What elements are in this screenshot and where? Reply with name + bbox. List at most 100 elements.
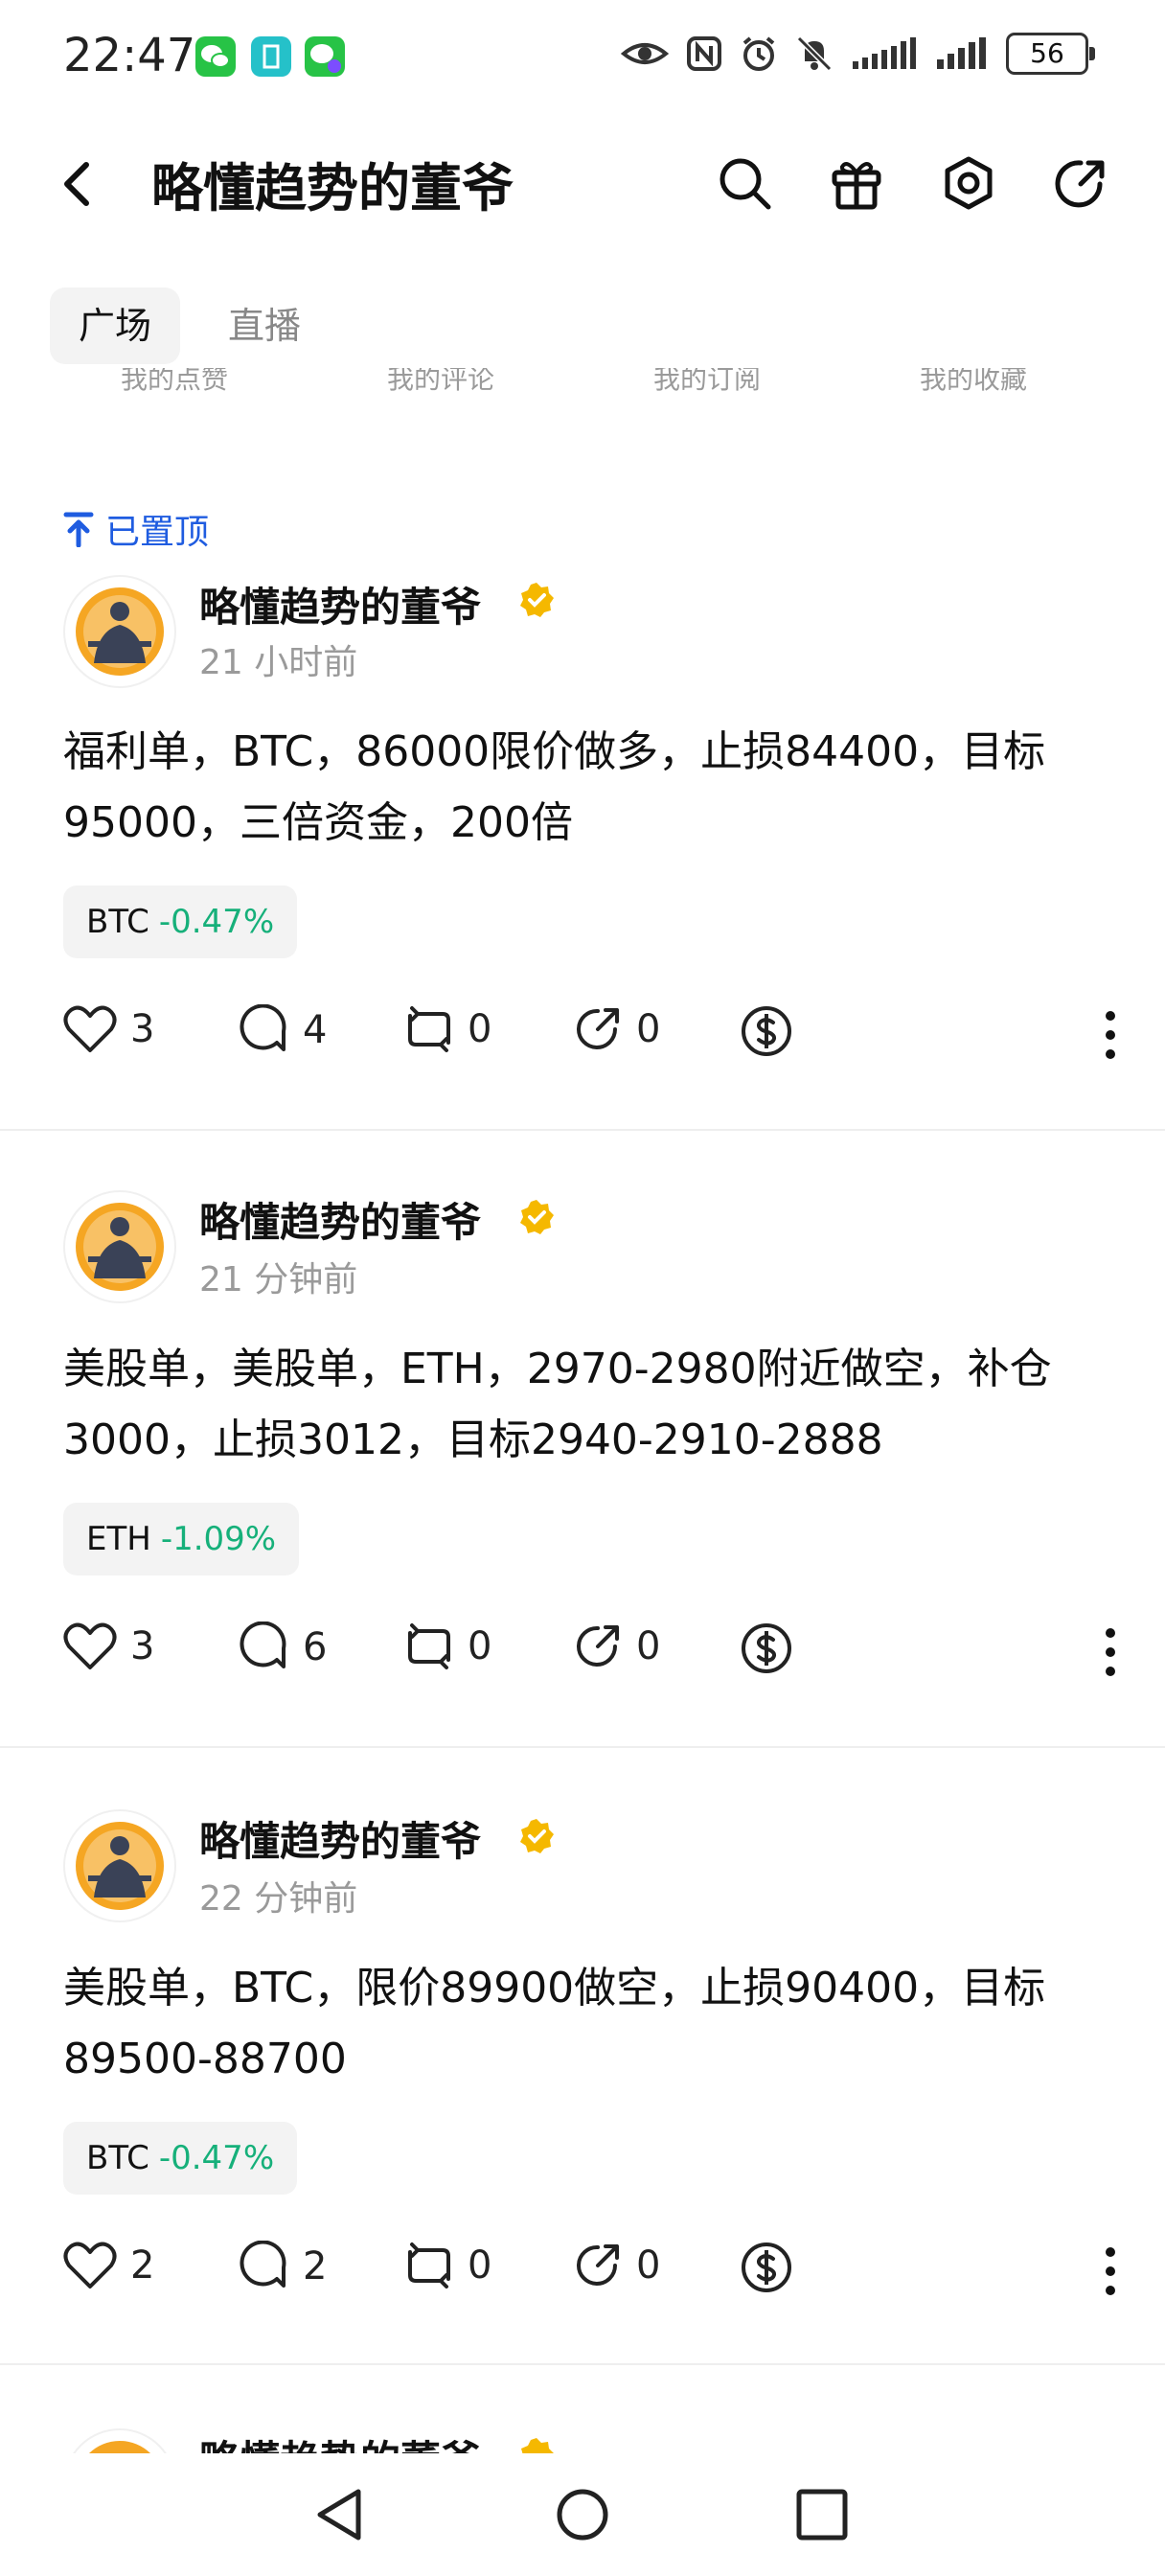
verified-badge-icon	[520, 1819, 554, 1853]
comment-icon	[240, 2241, 286, 2288]
heart-icon	[63, 1005, 117, 1052]
share-count: 0	[636, 1007, 661, 1051]
comment-button[interactable]: 2	[238, 2241, 327, 2292]
heart-icon	[63, 1622, 117, 1669]
page-title: 略懂趋势的董爷	[151, 158, 514, 218]
tip-button[interactable]	[740, 1622, 793, 1675]
repost-count: 0	[468, 1007, 492, 1051]
dollar-icon	[742, 1623, 791, 1673]
tab-bar: 广场 直播	[50, 288, 330, 364]
ticker-change: -0.47%	[158, 2139, 275, 2177]
divider	[0, 1746, 1165, 1748]
repost-button[interactable]: 0	[404, 2241, 491, 2290]
like-button[interactable]: 2	[63, 2241, 154, 2290]
share-post-button[interactable]: 0	[573, 2241, 660, 2290]
like-count: 3	[130, 1007, 155, 1051]
divider	[0, 1129, 1165, 1131]
post-card[interactable]: 略懂趋势的董爷	[0, 2423, 1165, 2453]
search-icon	[720, 158, 771, 210]
tip-button[interactable]	[740, 2241, 793, 2294]
like-count: 2	[130, 2243, 155, 2288]
comment-button[interactable]: 4	[238, 1004, 327, 1056]
gift-button[interactable]	[830, 155, 883, 215]
share-count: 0	[636, 1624, 661, 1668]
author-name[interactable]: 略懂趋势的董爷	[199, 1809, 481, 1868]
pinned-label: 已置顶	[105, 513, 210, 552]
system-nav-bar	[0, 2453, 1165, 2576]
verified-badge-icon	[521, 2438, 554, 2453]
comment-icon	[240, 1004, 286, 1051]
battery-indicator: 56	[1006, 33, 1095, 75]
back-button[interactable]	[57, 157, 96, 215]
ticker-chip[interactable]: ETH -1.09%	[63, 1503, 300, 1576]
like-count: 3	[130, 1624, 155, 1668]
comment-icon	[240, 1622, 286, 1668]
author-name[interactable]: 略懂趋势的董爷	[199, 1190, 481, 1249]
comment-count: 2	[303, 2244, 328, 2288]
avatar[interactable]	[63, 1809, 176, 1922]
post-time: 21 小时前	[199, 643, 358, 682]
subtab-bar: 我的点赞 我的评论 我的订阅 我的收藏	[0, 368, 1165, 406]
post-card[interactable]: 略懂趋势的董爷 21 小时前 福利单，BTC，86000限价做多，止损84400…	[0, 565, 1165, 1131]
like-button[interactable]: 3	[63, 1622, 154, 1671]
ticker-change: -0.47%	[158, 903, 275, 941]
ticker-symbol: BTC	[86, 2139, 149, 2177]
avatar[interactable]	[63, 1190, 176, 1303]
nfc-icon	[687, 36, 721, 71]
repost-icon	[408, 1623, 450, 1669]
post-card[interactable]: 略懂趋势的董爷 21 分钟前 美股单，美股单，ETH，2970-2980附近做空…	[0, 1184, 1165, 1750]
tip-button[interactable]	[740, 1004, 793, 1058]
author-name[interactable]: 略懂趋势的董爷	[199, 575, 481, 633]
comment-button[interactable]: 6	[238, 1622, 327, 1673]
share-icon	[577, 2244, 619, 2286]
post-card[interactable]: 略懂趋势的董爷 22 分钟前 美股单，BTC，限价89900做空，止损90400…	[0, 1804, 1165, 2369]
author-name[interactable]: 略懂趋势的董爷	[199, 2428, 481, 2453]
subtab-my-likes[interactable]: 我的点赞	[121, 368, 228, 397]
tab-live[interactable]: 直播	[199, 288, 330, 364]
settings-button[interactable]	[941, 155, 996, 215]
avatar[interactable]	[63, 575, 176, 688]
post-text[interactable]: 福利单，BTC，86000限价做多，止损84400，目标95000，三倍资金，2…	[63, 717, 1108, 859]
recents-nav-icon[interactable]	[795, 2488, 849, 2542]
share-button[interactable]	[1052, 155, 1109, 217]
subtab-my-subscriptions[interactable]: 我的订阅	[653, 368, 761, 397]
repost-count: 0	[468, 1624, 492, 1668]
pinned-indicator: 已置顶	[63, 504, 209, 554]
share-count: 0	[636, 2243, 661, 2288]
divider	[0, 2363, 1165, 2365]
more-options-icon[interactable]	[1104, 2246, 1117, 2296]
subtab-my-comments[interactable]: 我的评论	[387, 368, 494, 397]
ticker-chip[interactable]: BTC -0.47%	[63, 2122, 298, 2195]
heart-icon	[63, 2242, 117, 2288]
post-time: 21 分钟前	[199, 1260, 358, 1300]
settings-icon	[945, 156, 993, 210]
vpn-icon	[251, 36, 291, 77]
back-nav-icon[interactable]	[312, 2486, 366, 2543]
tab-square[interactable]: 广场	[50, 288, 181, 364]
repost-button[interactable]: 0	[404, 1004, 491, 1054]
ticker-change: -1.09%	[160, 1520, 277, 1558]
status-icons: 56	[621, 33, 1095, 75]
pin-top-icon	[63, 512, 94, 547]
like-button[interactable]: 3	[63, 1004, 154, 1054]
clock: 22:47	[63, 29, 196, 82]
post-time: 22 分钟前	[199, 1879, 358, 1919]
home-nav-icon[interactable]	[554, 2486, 611, 2543]
post-actions: 3 4 0 0	[63, 1004, 1117, 1062]
search-button[interactable]	[717, 155, 772, 215]
post-actions: 3 6 0 0	[63, 1622, 1117, 1679]
post-text[interactable]: 美股单，BTC，限价89900做空，止损90400，目标89500-88700	[63, 1953, 1108, 2095]
wechat-icon	[195, 36, 236, 77]
share-post-button[interactable]: 0	[573, 1622, 660, 1671]
post-text[interactable]: 美股单，美股单，ETH，2970-2980附近做空，补仓3000，止损3012，…	[63, 1334, 1108, 1476]
status-bar: 22:47 56	[0, 0, 1165, 115]
avatar[interactable]	[63, 2428, 176, 2453]
ticker-symbol: ETH	[86, 1520, 151, 1558]
share-post-button[interactable]: 0	[573, 1004, 660, 1054]
ticker-chip[interactable]: BTC -0.47%	[63, 886, 298, 958]
eye-icon	[621, 43, 669, 64]
more-options-icon[interactable]	[1104, 1627, 1117, 1677]
repost-button[interactable]: 0	[404, 1622, 491, 1671]
more-options-icon[interactable]	[1104, 1010, 1117, 1060]
subtab-my-favorites[interactable]: 我的收藏	[920, 368, 1027, 397]
